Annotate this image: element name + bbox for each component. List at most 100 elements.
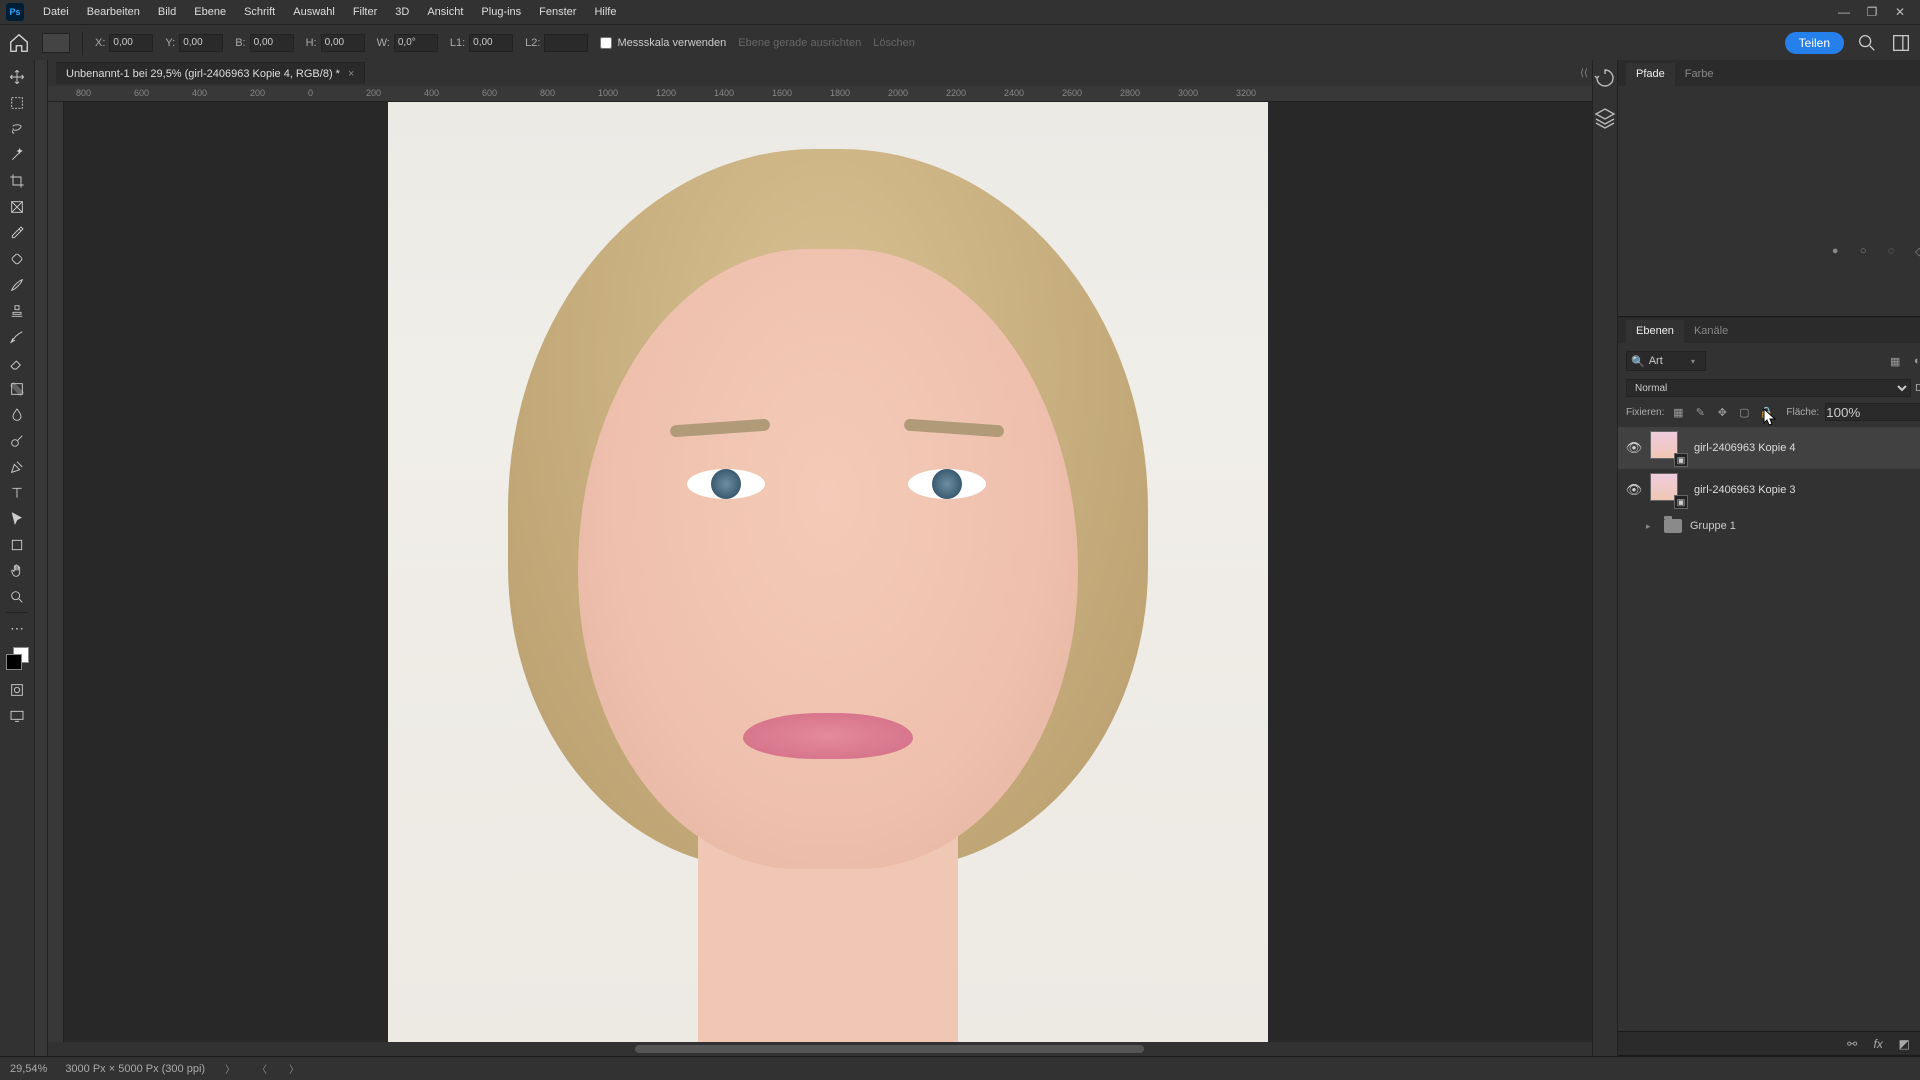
stamp-tool-icon[interactable] (4, 298, 30, 324)
fill-input[interactable] (1825, 403, 1920, 421)
color-swatches[interactable] (4, 647, 30, 677)
disclosure-icon[interactable]: ▸ (1646, 521, 1656, 532)
wand-tool-icon[interactable] (4, 142, 30, 168)
tab-kanale[interactable]: Kanäle (1684, 320, 1738, 343)
shape-tool-icon[interactable] (4, 532, 30, 558)
crop-tool-icon[interactable] (4, 168, 30, 194)
menu-fenster[interactable]: Fenster (530, 2, 585, 22)
menu-ansicht[interactable]: Ansicht (418, 2, 472, 22)
scrollbar-thumb[interactable] (635, 1045, 1145, 1053)
zoom-tool-icon[interactable] (4, 584, 30, 610)
marquee-tool-icon[interactable] (4, 90, 30, 116)
lock-artboard-icon[interactable]: ▢ (1736, 404, 1752, 420)
layer-group-name[interactable]: Gruppe 1 (1690, 520, 1736, 532)
dodge-tool-icon[interactable] (4, 428, 30, 454)
layer-mask-icon[interactable]: ◩ (1896, 1036, 1912, 1052)
opt-b-input[interactable] (250, 34, 294, 52)
path-stroke-icon[interactable]: ○ (1854, 242, 1872, 260)
collapsed-panel-gutter[interactable] (34, 60, 48, 1056)
current-tool-indicator[interactable] (42, 33, 70, 53)
layer-group-item[interactable]: ▸ Gruppe 1 (1618, 511, 1920, 541)
ruler-horizontal[interactable]: 800 600 400 200 0 200 400 600 800 1000 1… (48, 86, 1592, 102)
home-icon[interactable] (8, 32, 30, 54)
document-tab[interactable]: Unbenannt-1 bei 29,5% (girl-2406963 Kopi… (56, 62, 365, 84)
opt-use-scale-checkbox[interactable] (600, 37, 612, 49)
hand-tool-icon[interactable] (4, 558, 30, 584)
tab-farbe[interactable]: Farbe (1675, 63, 1724, 86)
foreground-color-swatch[interactable] (6, 654, 22, 670)
menu-plugins[interactable]: Plug-ins (472, 2, 530, 22)
pen-tool-icon[interactable] (4, 454, 30, 480)
timeline-prev-icon[interactable]: 〈 (255, 1061, 269, 1076)
edit-toolbar-icon[interactable]: ⋯ (4, 615, 30, 641)
filter-adjust-icon[interactable]: ◐ (1908, 352, 1920, 370)
history-brush-tool-icon[interactable] (4, 324, 30, 350)
opt-x-input[interactable] (109, 34, 153, 52)
tab-pfade[interactable]: Pfade (1626, 63, 1675, 86)
document-tab-close-icon[interactable]: × (348, 68, 354, 80)
layer-item[interactable]: 👁 ▣ girl-2406963 Kopie 4 (1618, 427, 1920, 469)
doc-info-readout[interactable]: 3000 Px × 5000 Px (300 ppi) (65, 1063, 205, 1075)
path-select-tool-icon[interactable] (4, 506, 30, 532)
path-fill-icon[interactable]: ● (1826, 242, 1844, 260)
opt-w-input[interactable] (394, 34, 438, 52)
heal-tool-icon[interactable] (4, 246, 30, 272)
menu-ebene[interactable]: Ebene (185, 2, 235, 22)
menu-filter[interactable]: Filter (344, 2, 386, 22)
ruler-vertical[interactable] (48, 102, 64, 1042)
lock-all-icon[interactable]: 🔒 (1758, 404, 1774, 420)
tab-ebenen[interactable]: Ebenen (1626, 320, 1684, 343)
layer-item[interactable]: 👁 ▣ girl-2406963 Kopie 3 (1618, 469, 1920, 511)
layer-name[interactable]: girl-2406963 Kopie 4 (1694, 442, 1796, 454)
gradient-tool-icon[interactable] (4, 376, 30, 402)
move-tool-icon[interactable] (4, 64, 30, 90)
path-new-icon[interactable]: ◇ (1910, 242, 1920, 260)
filter-pixel-icon[interactable]: ▦ (1886, 352, 1904, 370)
layer-filter-kind[interactable]: 🔍 Art ▾ (1626, 351, 1706, 371)
brush-tool-icon[interactable] (4, 272, 30, 298)
search-icon[interactable] (1856, 32, 1878, 54)
window-restore-icon[interactable]: ❐ (1858, 2, 1886, 22)
share-button[interactable]: Teilen (1785, 32, 1844, 54)
panel-collapse-icon[interactable]: ⟨⟨ (1576, 68, 1592, 79)
opt-l1-input[interactable] (469, 34, 513, 52)
menu-bild[interactable]: Bild (149, 2, 185, 22)
opt-y-input[interactable] (179, 34, 223, 52)
doc-info-menu-icon[interactable]: 〉 (223, 1061, 237, 1076)
menu-auswahl[interactable]: Auswahl (284, 2, 344, 22)
eraser-tool-icon[interactable] (4, 350, 30, 376)
horizontal-scrollbar[interactable] (48, 1042, 1592, 1056)
opt-l2-input[interactable] (544, 34, 588, 52)
timeline-next-icon[interactable]: 〉 (287, 1061, 301, 1076)
lock-transparency-icon[interactable]: ▦ (1670, 404, 1686, 420)
window-minimize-icon[interactable]: — (1830, 2, 1858, 22)
layer-name[interactable]: girl-2406963 Kopie 3 (1694, 484, 1796, 496)
lasso-tool-icon[interactable] (4, 116, 30, 142)
layers-panel-icon[interactable] (1593, 106, 1617, 130)
history-panel-icon[interactable] (1593, 66, 1617, 90)
link-layers-icon[interactable]: ⚯ (1844, 1036, 1860, 1052)
menu-3d[interactable]: 3D (386, 2, 418, 22)
eyedropper-tool-icon[interactable] (4, 220, 30, 246)
path-selection-icon[interactable]: ◌ (1882, 242, 1900, 260)
menu-bearbeiten[interactable]: Bearbeiten (78, 2, 149, 22)
blend-mode-select[interactable]: Normal (1626, 379, 1911, 397)
blur-tool-icon[interactable] (4, 402, 30, 428)
quickmask-icon[interactable] (4, 677, 30, 703)
visibility-toggle-icon[interactable]: 👁 (1626, 482, 1642, 498)
opt-h-input[interactable] (321, 34, 365, 52)
lock-position-icon[interactable]: ✥ (1714, 404, 1730, 420)
menu-schrift[interactable]: Schrift (235, 2, 284, 22)
type-tool-icon[interactable] (4, 480, 30, 506)
workspace-icon[interactable] (1890, 32, 1912, 54)
layer-fx-icon[interactable]: fx (1870, 1036, 1886, 1052)
menu-datei[interactable]: Datei (34, 2, 78, 22)
lock-pixels-icon[interactable]: ✎ (1692, 404, 1708, 420)
menu-hilfe[interactable]: Hilfe (585, 2, 625, 22)
screenmode-icon[interactable] (4, 703, 30, 729)
frame-tool-icon[interactable] (4, 194, 30, 220)
zoom-readout[interactable]: 29,54% (10, 1063, 47, 1075)
canvas[interactable] (64, 102, 1592, 1042)
visibility-toggle-icon[interactable]: 👁 (1626, 440, 1642, 456)
window-close-icon[interactable]: ✕ (1886, 2, 1914, 22)
